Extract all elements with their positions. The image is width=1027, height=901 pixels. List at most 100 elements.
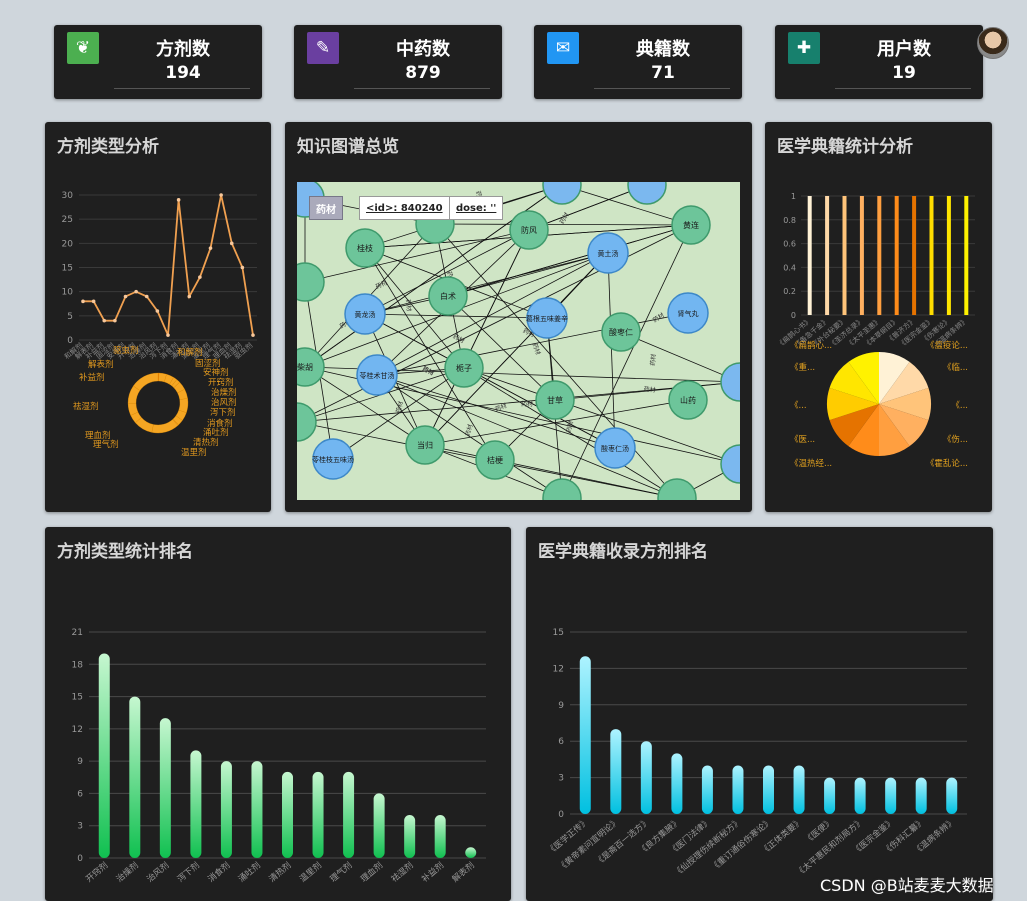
herb-node-label: 白术 [440,291,456,301]
bar [842,196,847,315]
donut-label: 驱虫剂 [113,345,139,356]
stat-label: 典籍数 [636,39,690,60]
y-tick-label: 1 [791,192,796,201]
donut-slice [151,419,179,434]
donut-label: 泻下剂 [210,407,236,418]
classic-rank-chart: 03691215《医学正传》《黄帝素问宣明论》《是斋百一选方》《良方集腋》《医门… [545,628,967,879]
y-tick-label: 18 [72,660,84,670]
bar [894,196,899,315]
line-point [187,294,192,299]
bar [793,765,805,814]
bar [732,765,744,814]
edge-label: 药材 [404,299,413,312]
herb-node-label: 桂枝 [357,243,373,253]
divider [354,88,490,89]
divider [594,88,730,89]
stat-card-users: ✚ 用户数 19 [775,25,983,99]
panel-type-rank: 方剂类型统计排名 0 3 6 9 12 15 18 21 开窍剂 治燥剂 治风剂 泻下剂 消食剂 涌吐剂清… [45,527,511,901]
edit-icon: ✎ [307,32,339,64]
y-tick-label: 20 [62,239,74,249]
graph-edge [304,229,530,283]
bar [854,777,866,814]
bar [404,814,416,858]
line-point [166,333,170,337]
donut-label: 治燥剂 [211,387,237,398]
bar [885,777,897,814]
avatar[interactable] [977,27,1009,59]
bar [929,196,934,315]
pie-label: 《伤... [943,434,968,445]
donut-label: 清热剂 [193,437,219,448]
graph-edge [561,184,692,226]
x-tick-label: 消食剂 [206,860,233,885]
x-tick-label: 解表剂 [450,860,477,885]
bar [465,847,477,858]
bar [825,196,830,315]
bar [824,777,836,814]
line-point [198,275,202,279]
stat-label: 用户数 [877,39,931,60]
y-tick-label: 10 [62,288,74,298]
edge-label: 药材 [464,423,475,437]
bar [946,777,958,814]
formula-node-label: 肾气丸 [678,309,699,318]
donut-label: 祛湿剂 [73,401,99,412]
graph-node [542,182,582,205]
graph-node [720,444,740,484]
donut-label: 理气剂 [93,439,119,450]
x-tick-label: 祛湿剂 [389,860,416,885]
stat-value: 879 [405,63,441,83]
panel-classic-rank: 医学典籍收录方剂排名 0 3 6 9 12 15 《医学正传》 《黄帝素问宣明论》 《是斋百一选… [526,527,993,901]
bar [807,196,812,315]
y-tick-label: 0 [558,810,564,820]
herb-node-label: 黄连 [683,220,699,230]
herb-node-label: 山药 [680,395,696,405]
line-point [81,299,85,304]
y-tick-label: 30 [62,191,74,201]
line-point [208,246,213,250]
edge-label: 药材 [421,365,435,378]
line-point [134,289,138,294]
y-tick-label: 0.6 [783,240,796,249]
stat-card-formulas: ❦ 方剂数 194 [54,25,262,99]
y-tick-label: 12 [553,664,564,674]
bar [701,765,713,814]
x-tick-label: 理气剂 [328,860,355,885]
graph-edge [424,229,530,446]
users-icon: ✚ [788,32,820,64]
bar [220,761,232,858]
graph-node [297,262,325,302]
bar [129,696,141,858]
graph-node [297,402,317,442]
graph-node [657,478,697,500]
bar [98,653,110,858]
donut-label: 解表剂 [88,359,114,370]
bar [159,718,171,858]
line-point [251,333,255,337]
donut-label: 温里剂 [181,447,207,458]
herb-node-label: 当归 [417,440,433,450]
pie-label: 《重... [790,362,815,373]
divider [114,88,250,89]
formula-node-label: 苓桂术甘汤 [360,371,395,380]
x-tick-label: 《是斋百一选方》 [593,816,652,868]
bar [964,196,969,315]
knowledge-graph[interactable]: 药材药材药材药材药材药材药材药材药材药材药材药材药材药材药材药材药材药材药材药材… [297,182,740,500]
formula-node-label: 酸枣仁汤 [601,444,629,453]
bar [434,814,446,858]
graph-node [627,182,667,205]
line-point [176,198,181,202]
classic-stats-chart: 00.20.40.60.81《扁鹊心书》《备急千金》《外台秘要》《圣济总录》《太… [775,192,975,469]
y-tick-label: 0.8 [783,216,796,225]
y-tick-label: 15 [62,264,73,274]
stat-card-classics: ✉ 典籍数 71 [534,25,742,99]
stat-value: 194 [165,63,201,83]
y-tick-label: 9 [558,701,564,711]
line-point [229,241,234,246]
bar [763,765,774,814]
stat-value: 19 [892,63,916,83]
stat-card-herbs: ✎ 中药数 879 [294,25,502,99]
y-tick-label: 0 [791,311,796,320]
edge-label: 药材 [643,385,656,394]
herb-node-label: 防风 [521,225,537,235]
